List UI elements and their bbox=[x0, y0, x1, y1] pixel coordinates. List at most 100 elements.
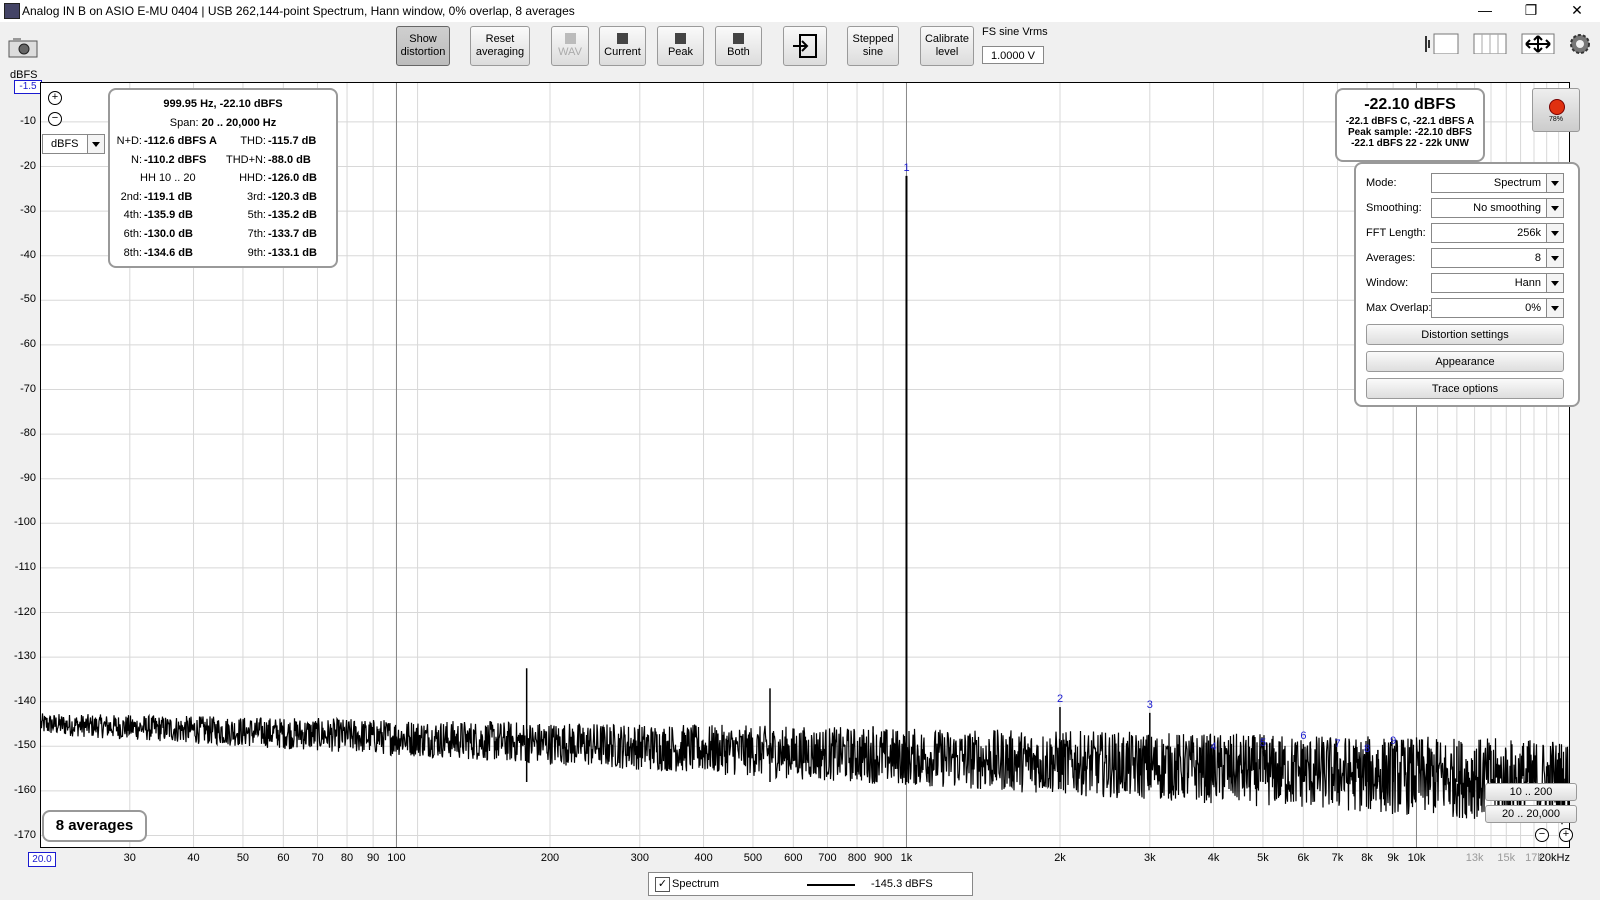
app-icon bbox=[4, 3, 20, 19]
show-distortion-button[interactable]: Show distortion bbox=[396, 26, 450, 66]
x-tick-label: 800 bbox=[847, 852, 867, 864]
calibrate-level-button[interactable]: Calibrate level bbox=[920, 26, 974, 66]
columns-icon[interactable] bbox=[1472, 32, 1508, 54]
fit-arrows-icon[interactable] bbox=[1520, 32, 1556, 54]
chevron-down-icon bbox=[1546, 224, 1563, 242]
wav-button[interactable]: WAV bbox=[551, 26, 589, 66]
x-tick-label: 15k bbox=[1497, 852, 1516, 864]
max-overlap-label: Max Overlap: bbox=[1366, 302, 1432, 314]
peak-label: Peak bbox=[667, 46, 694, 58]
spectrum-checkbox[interactable]: ✓ bbox=[655, 877, 670, 892]
x-tick-label: 20kHz bbox=[1538, 852, 1570, 864]
appearance-button[interactable]: Appearance bbox=[1366, 351, 1564, 372]
x-tick-label: 500 bbox=[743, 852, 763, 864]
show-distortion-label-2: distortion bbox=[400, 46, 446, 58]
unit-select[interactable]: dBFS bbox=[42, 134, 105, 154]
fft-length-label: FFT Length: bbox=[1366, 227, 1426, 239]
fft-length-value: 256k bbox=[1517, 227, 1541, 239]
y-top-value-input[interactable]: -1.5 bbox=[14, 80, 42, 94]
x-tick-label: 80 bbox=[340, 852, 354, 864]
distortion-row-value: -135.9 dB bbox=[144, 209, 193, 222]
x-tick-label: 90 bbox=[367, 852, 380, 864]
gear-icon[interactable] bbox=[1568, 32, 1592, 54]
distortion-row-value: -120.3 dB bbox=[268, 190, 317, 203]
trace-options-button[interactable]: Trace options bbox=[1366, 378, 1564, 399]
mode-select[interactable]: Spectrum bbox=[1431, 173, 1564, 193]
spectrum-noise-trace bbox=[41, 713, 1569, 825]
camera-icon[interactable] bbox=[8, 36, 38, 58]
distortion-row-label: 9th: bbox=[247, 246, 266, 259]
zoom-in-button[interactable]: + bbox=[48, 91, 62, 105]
distortion-row-label: 4th: bbox=[123, 209, 142, 222]
y-tick-label: -160 bbox=[13, 783, 36, 796]
window-label: Window: bbox=[1366, 277, 1409, 289]
distortion-panel: 999.95 Hz, -22.10 dBFS Span: 20 .. 20,00… bbox=[108, 88, 338, 268]
harmonic-marker-9: 9 bbox=[1390, 734, 1397, 747]
calibrate-level-label-2: level bbox=[935, 46, 959, 58]
close-button[interactable]: ✕ bbox=[1554, 0, 1600, 22]
x-tick-label: 7k bbox=[1331, 852, 1344, 864]
smoothing-label: Smoothing: bbox=[1366, 202, 1422, 214]
max-overlap-select[interactable]: 0% bbox=[1431, 298, 1564, 318]
y-tick-label: -80 bbox=[20, 427, 36, 440]
save-current-button[interactable]: Current bbox=[599, 26, 646, 66]
x-zoom-out-button[interactable]: − bbox=[1535, 828, 1549, 842]
x-zoom-in-button[interactable]: + bbox=[1559, 828, 1573, 842]
save-both-button[interactable]: Both bbox=[715, 26, 762, 66]
distortion-row-value: -135.2 dB bbox=[268, 209, 317, 222]
y-tick-label: -70 bbox=[20, 382, 36, 395]
level-line1: -22.1 dBFS C, -22.1 dBFS A bbox=[1345, 116, 1475, 127]
y-tick-label: -140 bbox=[13, 694, 36, 707]
distortion-settings-button[interactable]: Distortion settings bbox=[1366, 324, 1564, 345]
window-value: Hann bbox=[1514, 277, 1541, 289]
averages-value: 8 bbox=[1534, 252, 1541, 264]
zoom-out-button[interactable]: − bbox=[48, 112, 62, 126]
distortion-row-value: -110.2 dBFS bbox=[144, 153, 207, 166]
distortion-row-label: N: bbox=[131, 153, 142, 166]
reset-averaging-button[interactable]: Reset averaging bbox=[470, 26, 530, 66]
x-start-input[interactable]: 20.0 bbox=[28, 852, 56, 867]
import-button[interactable] bbox=[783, 26, 827, 66]
averages-select[interactable]: 8 bbox=[1431, 248, 1564, 268]
harmonic-marker-7: 7 bbox=[1334, 738, 1341, 751]
current-label: Current bbox=[604, 46, 641, 58]
layout-icon[interactable] bbox=[1424, 32, 1460, 54]
x-tick-label: 9k bbox=[1387, 852, 1399, 864]
range-10-200-button[interactable]: 10 .. 200 bbox=[1485, 783, 1577, 801]
y-tick-label: -40 bbox=[20, 248, 36, 261]
fs-sine-label: FS sine Vrms bbox=[982, 26, 1048, 38]
save-icon bbox=[617, 33, 628, 44]
harmonic-marker-4: 4 bbox=[1210, 741, 1217, 754]
fs-sine-input[interactable]: 1.0000 V bbox=[982, 46, 1044, 64]
stepped-sine-button[interactable]: Stepped sine bbox=[847, 26, 899, 66]
averages-badge: 8 averages bbox=[42, 810, 147, 842]
distortion-row-value: -126.0 dB bbox=[268, 172, 317, 185]
y-tick-label: -170 bbox=[13, 828, 36, 841]
mode-value: Spectrum bbox=[1493, 177, 1541, 189]
minimize-button[interactable]: — bbox=[1462, 0, 1508, 22]
chevron-down-icon bbox=[1546, 174, 1563, 192]
level-line2: Peak sample: -22.10 dBFS bbox=[1348, 127, 1472, 138]
range-20-20000-button[interactable]: 20 .. 20,000 bbox=[1485, 805, 1577, 823]
x-tick-label: 50 bbox=[236, 852, 250, 864]
show-distortion-label-1: Show bbox=[409, 33, 437, 45]
window-select[interactable]: Hann bbox=[1431, 273, 1564, 293]
x-tick-label: 100 bbox=[387, 852, 406, 864]
x-tick-label: 4k bbox=[1207, 852, 1220, 864]
chevron-down-icon bbox=[1546, 299, 1563, 317]
restore-button[interactable]: ❐ bbox=[1508, 0, 1554, 22]
smoothing-select[interactable]: No smoothing bbox=[1431, 198, 1564, 218]
record-button[interactable]: 78% bbox=[1532, 88, 1580, 132]
max-overlap-value: 0% bbox=[1525, 302, 1541, 314]
fft-length-select[interactable]: 256k bbox=[1431, 223, 1564, 243]
chevron-down-icon bbox=[1546, 199, 1563, 217]
legend-trace-value: -145.3 dBFS bbox=[871, 878, 933, 890]
save-peak-button[interactable]: Peak bbox=[657, 26, 704, 66]
x-tick-label: 1k bbox=[900, 852, 913, 864]
y-tick-label: -120 bbox=[13, 605, 36, 618]
legend-line-swatch bbox=[807, 884, 855, 886]
controls-panel: Mode: Spectrum Smoothing: No smoothing F… bbox=[1354, 162, 1580, 407]
wav-label: WAV bbox=[558, 46, 582, 58]
x-tick-label: 600 bbox=[784, 852, 803, 864]
chevron-down-icon bbox=[87, 135, 104, 153]
